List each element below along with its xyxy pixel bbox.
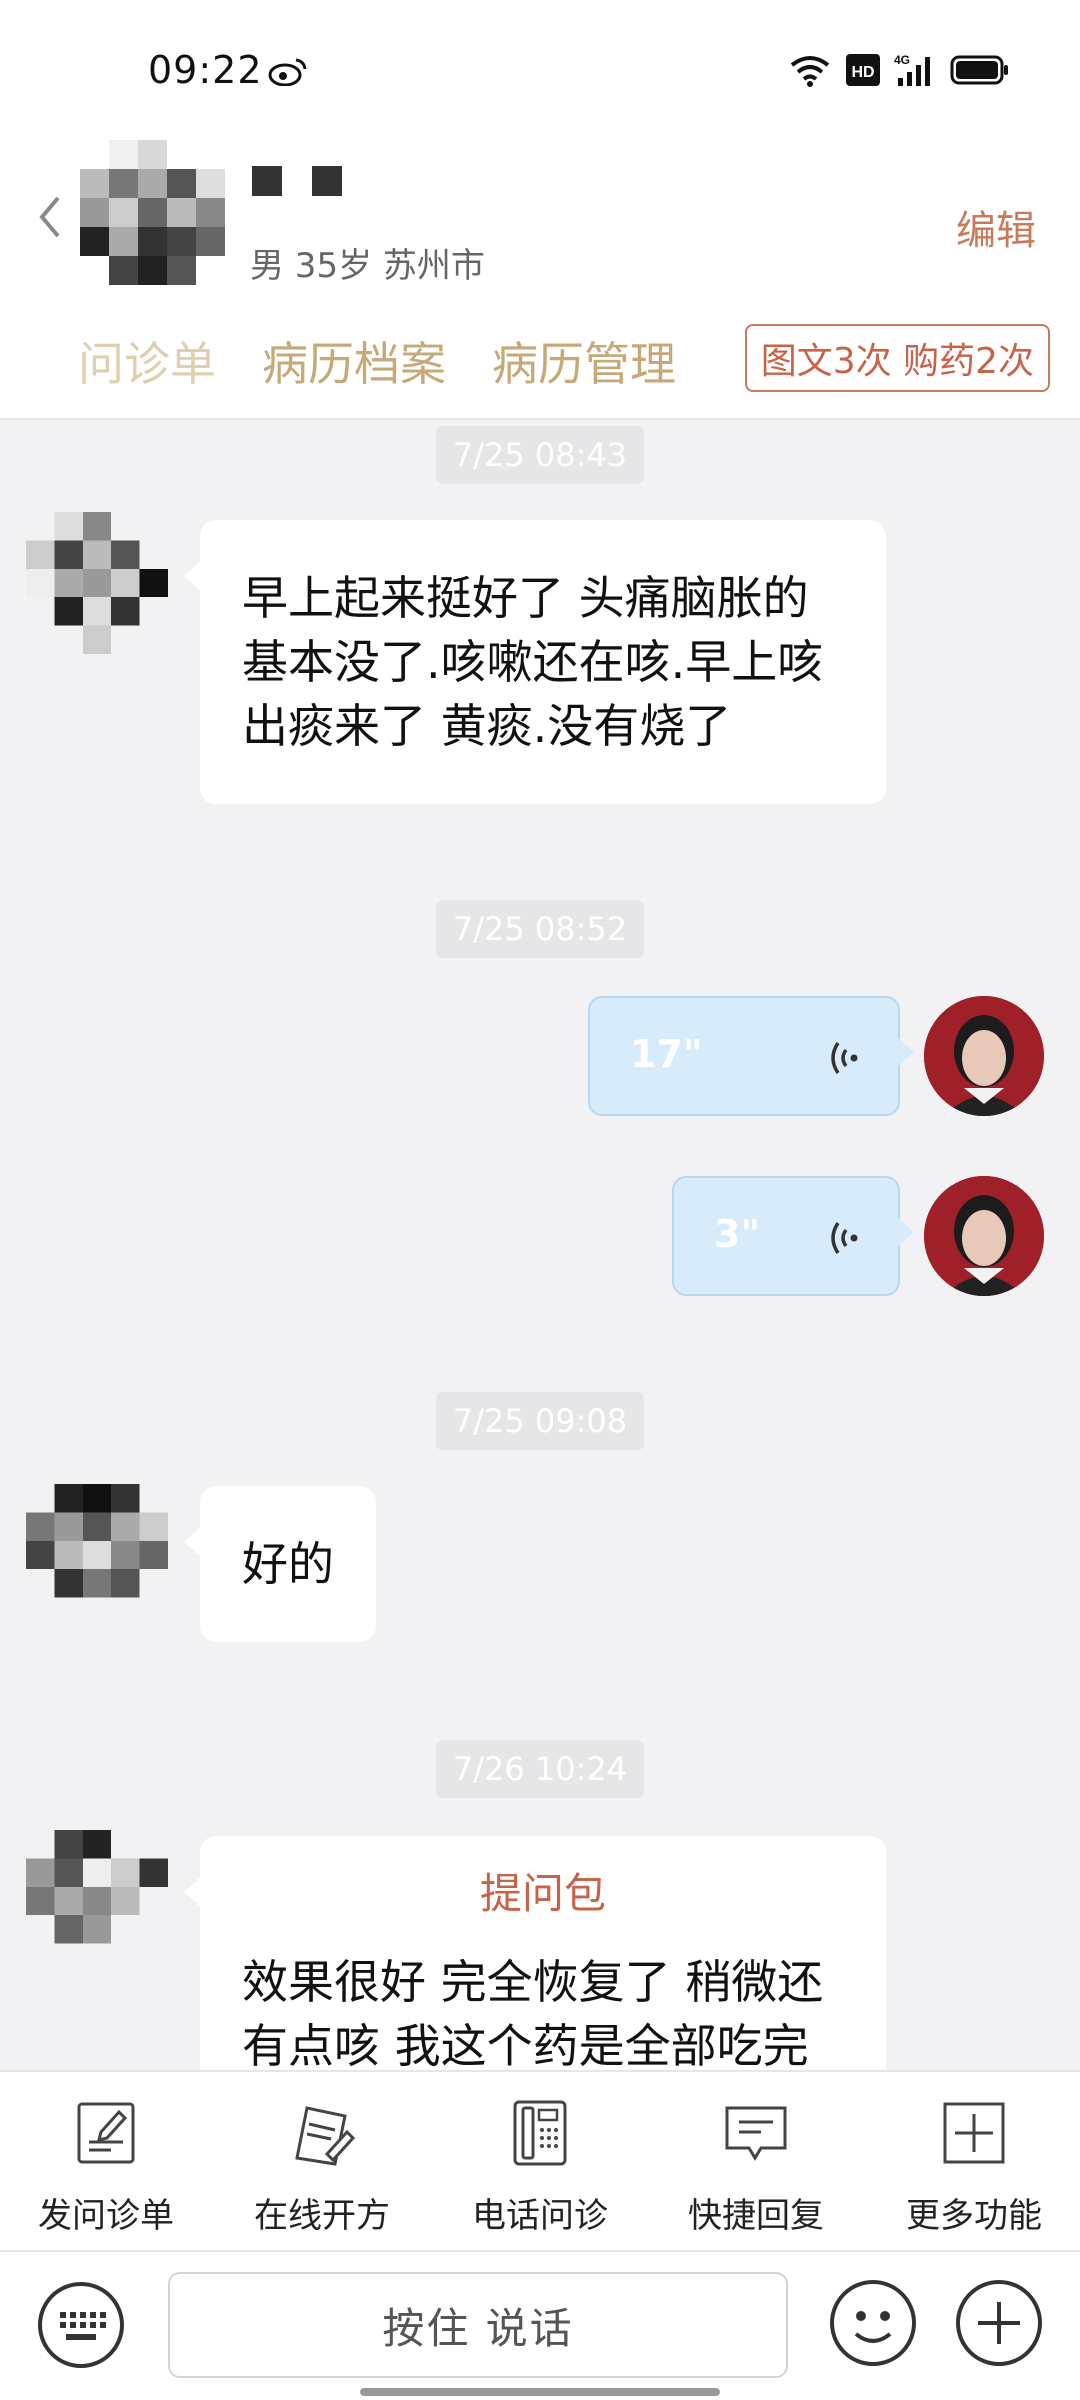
message-timestamp: 7/26 10:24 xyxy=(436,1740,644,1798)
quick-reply-button[interactable]: 快捷回复 xyxy=(656,2098,856,2237)
input-bar: 按住 说话 xyxy=(0,2252,1080,2400)
tab-medical-archive[interactable]: 病历档案 xyxy=(262,328,446,394)
message-text: 早上起来挺好了 头痛脑胀的基本没了.咳嗽还在咳.早上咳出痰来了 黄痰.没有烧了 xyxy=(242,571,824,753)
patient-avatar[interactable] xyxy=(26,512,168,654)
back-icon[interactable] xyxy=(34,192,64,242)
tool-label: 快捷回复 xyxy=(688,2196,824,2236)
message-timestamp: 7/25 09:08 xyxy=(436,1392,644,1450)
prescription-icon xyxy=(295,2106,356,2166)
status-bar: 09:22 HD 4G xyxy=(0,0,1080,140)
message-timestamp: 7/25 08:43 xyxy=(436,426,644,484)
message-text: 效果很好 完全恢复了 稍微还有点咳 我这个药是全部吃完 xyxy=(242,1955,824,2070)
card-title: 提问包 xyxy=(479,1869,606,1918)
chat-thread[interactable]: 7/25 08:43 早上起来挺好了 头痛脑胀的基本没了.咳嗽还在咳.早上咳出痰… xyxy=(0,420,1080,2070)
tool-label: 更多功能 xyxy=(906,2196,1042,2236)
weibo-icon xyxy=(268,58,307,86)
form-edit-icon xyxy=(77,2102,135,2164)
home-indicator[interactable] xyxy=(360,2388,720,2396)
tool-label: 在线开方 xyxy=(254,2196,390,2236)
doctor-photo xyxy=(924,1176,1044,1296)
voice-duration: 17" xyxy=(630,1032,703,1076)
quick-reply-icon xyxy=(725,2106,787,2161)
patient-message-bubble[interactable]: 早上起来挺好了 头痛脑胀的基本没了.咳嗽还在咳.早上咳出痰来了 黄痰.没有烧了 xyxy=(184,520,886,804)
keyboard-icon[interactable] xyxy=(36,2280,126,2370)
edit-button[interactable]: 编辑 xyxy=(956,198,1036,256)
patient-avatar[interactable] xyxy=(26,1830,168,1972)
battery-icon xyxy=(950,55,1008,85)
tool-label: 电话问诊 xyxy=(472,2196,608,2236)
doctor-avatar[interactable] xyxy=(924,996,1044,1116)
phone-icon xyxy=(513,2100,567,2166)
tab-medical-management[interactable]: 病历管理 xyxy=(492,328,676,394)
tool-label: 发问诊单 xyxy=(38,2196,174,2236)
tab-consult-form[interactable]: 问诊单 xyxy=(78,328,216,394)
patient-name-redacted xyxy=(252,166,342,196)
doctor-photo xyxy=(924,996,1044,1116)
patient-avatar[interactable] xyxy=(26,1484,168,1626)
doctor-voice-message[interactable]: 3" xyxy=(672,1176,914,1296)
action-toolbar: 发问诊单 在线开方 电话问诊 快捷回复 更多功能 xyxy=(0,2070,1080,2252)
hold-to-talk-button[interactable]: 按住 说话 xyxy=(168,2272,788,2378)
svg-text:HD: HD xyxy=(851,64,874,81)
online-prescription-button[interactable]: 在线开方 xyxy=(222,2098,422,2237)
doctor-voice-message[interactable]: 17" xyxy=(588,996,914,1116)
patient-meta: 男 35岁 苏州市 xyxy=(250,246,485,286)
more-functions-button[interactable]: 更多功能 xyxy=(874,2098,1074,2237)
signal-4g-icon: 4G xyxy=(894,53,930,86)
message-timestamp: 7/25 08:52 xyxy=(436,900,644,958)
send-consult-form-button[interactable]: 发问诊单 xyxy=(6,2098,206,2237)
voice-wave-icon xyxy=(831,1222,858,1254)
status-indicators: HD 4G xyxy=(788,52,1010,88)
service-quota-badge[interactable]: 图文3次 购药2次 xyxy=(744,324,1050,392)
voice-wave-icon xyxy=(831,1042,858,1074)
voice-duration: 3" xyxy=(714,1212,761,1256)
wifi-icon xyxy=(790,56,830,87)
hd-icon: HD xyxy=(846,54,880,86)
question-package-card[interactable]: 提问包 效果很好 完全恢复了 稍微还有点咳 我这个药是全部吃完 xyxy=(184,1836,886,2070)
phone-consult-button[interactable]: 电话问诊 xyxy=(440,2098,640,2237)
plus-square-icon xyxy=(943,2102,1005,2164)
patient-message-bubble[interactable]: 好的 xyxy=(184,1486,376,1642)
message-text: 好的 xyxy=(242,1537,334,1591)
status-time: 09:22 xyxy=(148,48,263,92)
svg-text:4G: 4G xyxy=(894,53,910,67)
patient-avatar[interactable] xyxy=(80,140,225,285)
plus-icon[interactable] xyxy=(954,2278,1044,2368)
doctor-avatar[interactable] xyxy=(924,1176,1044,1296)
record-tabs: 问诊单 病历档案 病历管理 xyxy=(78,328,676,394)
emoji-icon[interactable] xyxy=(828,2278,918,2368)
patient-header: 男 35岁 苏州市 编辑 问诊单 病历档案 病历管理 图文3次 购药2次 xyxy=(0,140,1080,420)
